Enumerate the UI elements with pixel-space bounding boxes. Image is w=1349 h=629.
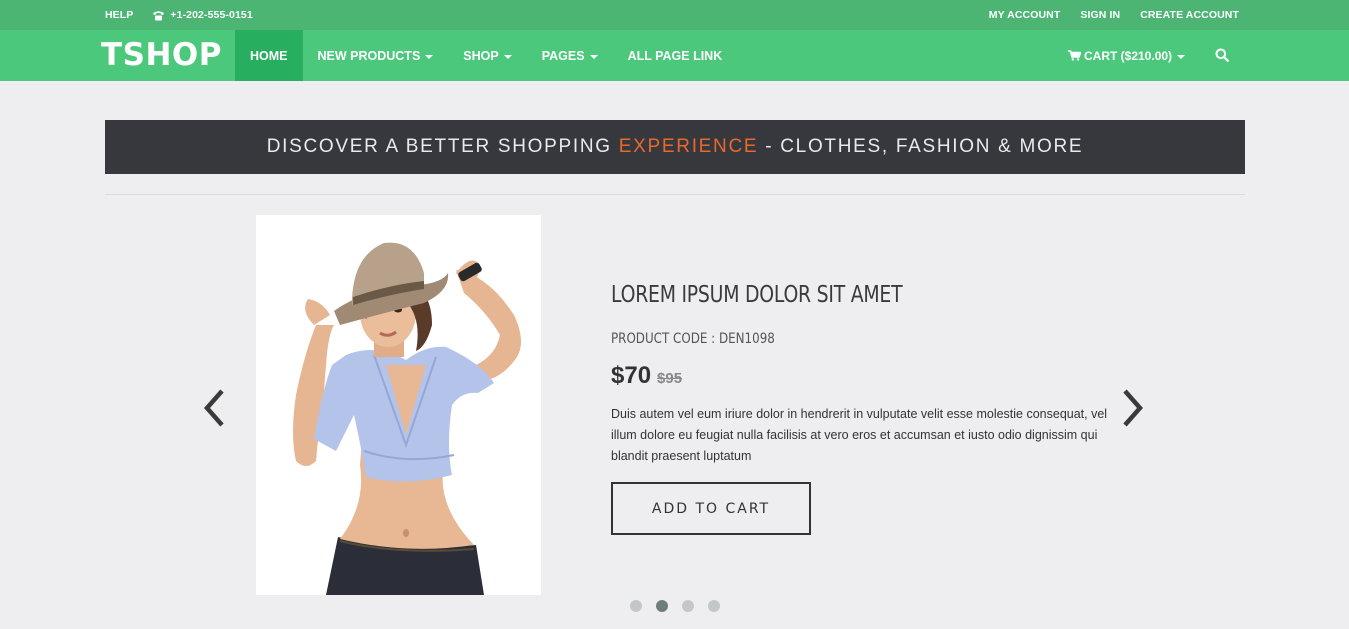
nav-item-shop[interactable]: SHOP	[448, 30, 526, 81]
caret-down-icon	[503, 54, 512, 59]
section-divider	[105, 194, 1245, 195]
slider-dot[interactable]	[656, 600, 668, 612]
help-link[interactable]: HELP	[105, 9, 133, 21]
chevron-right-icon[interactable]	[1122, 388, 1144, 428]
old-price: $95	[657, 370, 683, 387]
slider-dot[interactable]	[682, 600, 694, 612]
model-photo	[256, 215, 541, 595]
search-icon[interactable]	[1215, 48, 1229, 62]
product-title: LOREM IPSUM DOLOR SIT AMET	[611, 282, 903, 308]
create-account-link[interactable]: CREATE ACCOUNT	[1140, 9, 1239, 21]
banner-text-accent: EXPERIENCE	[618, 136, 759, 157]
banner-text-start: DISCOVER A BETTER SHOPPING	[266, 136, 619, 157]
cart-total-label: CART ($210.00)	[1084, 48, 1173, 63]
current-price: $70	[611, 362, 652, 389]
slider-dot[interactable]	[630, 600, 642, 612]
caret-down-icon	[425, 54, 434, 59]
main-navbar: TSHOP HOME NEW PRODUCTS SHOP PAGES ALL P…	[0, 30, 1349, 81]
sign-in-link[interactable]: SIGN IN	[1080, 9, 1120, 21]
phone-icon	[153, 10, 165, 20]
product-image[interactable]	[256, 215, 541, 595]
nav-item-label: SHOP	[463, 48, 499, 63]
banner-text-end: - CLOTHES, FASHION & MORE	[758, 136, 1084, 157]
nav-item-label: ALL PAGE LINK	[627, 48, 723, 63]
top-left-links: HELP +1-202-555-0151	[105, 0, 253, 30]
phone-number: +1-202-555-0151	[170, 9, 253, 21]
site-logo[interactable]: TSHOP	[101, 37, 222, 73]
caret-down-icon	[589, 54, 598, 59]
caret-down-icon	[1177, 54, 1186, 59]
nav-item-label: HOME	[250, 48, 288, 63]
nav-item-pages[interactable]: PAGES	[527, 30, 613, 81]
chevron-left-icon[interactable]	[203, 388, 225, 428]
slider-dot[interactable]	[708, 600, 720, 612]
add-to-cart-button[interactable]: ADD TO CART	[611, 482, 811, 535]
cart-dropdown[interactable]: CART ($210.00)	[1068, 30, 1186, 81]
nav-item-label: NEW PRODUCTS	[317, 48, 421, 63]
price-row: $70 $95	[611, 362, 682, 390]
top-right-links: MY ACCOUNT SIGN IN CREATE ACCOUNT	[969, 0, 1239, 30]
top-utility-bar: HELP +1-202-555-0151 MY ACCOUNT SIGN IN …	[0, 0, 1349, 30]
main-nav-menu: HOME NEW PRODUCTS SHOP PAGES ALL PAGE LI…	[235, 30, 737, 81]
product-description: Duis autem vel eum iriure dolor in hendr…	[611, 407, 1108, 463]
product-code: PRODUCT CODE : DEN1098	[611, 331, 775, 347]
cart-icon	[1068, 50, 1081, 61]
nav-item-label: PAGES	[541, 48, 585, 63]
nav-item-all-page-link[interactable]: ALL PAGE LINK	[613, 30, 738, 81]
slider-pagination	[630, 600, 734, 612]
promo-banner: DISCOVER A BETTER SHOPPING EXPERIENCE - …	[105, 120, 1245, 174]
nav-item-new-products[interactable]: NEW PRODUCTS	[303, 30, 449, 81]
my-account-link[interactable]: MY ACCOUNT	[989, 9, 1061, 21]
phone-contact[interactable]: +1-202-555-0151	[152, 9, 253, 21]
nav-item-home[interactable]: HOME	[235, 30, 303, 81]
